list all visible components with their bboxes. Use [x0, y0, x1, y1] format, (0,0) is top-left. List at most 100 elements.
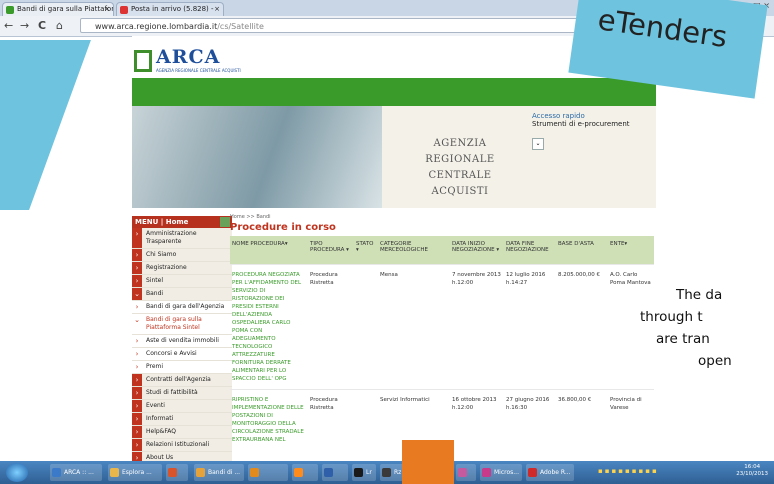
- agency-line-1: AGENZIA REGIONALE: [425, 138, 495, 165]
- menu-item[interactable]: ⌄ Bandi: [132, 288, 232, 301]
- tab-close-icon[interactable]: ×: [214, 3, 220, 16]
- system-tray-icons[interactable]: ▪▪▪▪▪▪▪▪▪: [598, 467, 659, 475]
- cell-base: 8.205.000,00 €: [556, 264, 608, 390]
- app-icon: [52, 468, 61, 477]
- clock[interactable]: 16:04 23/10/2013: [736, 464, 768, 478]
- app-icon: [458, 468, 467, 477]
- chevron-right-icon: ›: [132, 275, 142, 287]
- rss-icon[interactable]: [220, 217, 230, 227]
- back-icon[interactable]: ←: [4, 19, 13, 33]
- logo[interactable]: ARCA: [156, 46, 220, 68]
- reload-icon[interactable]: C: [38, 19, 46, 33]
- menu-item[interactable]: › Bandi di gara dell'Agenzia: [132, 301, 232, 314]
- breadcrumb[interactable]: Home >> Bandi: [230, 214, 656, 220]
- tab-mail[interactable]: Posta in arrivo (5.828) - ×: [116, 2, 224, 16]
- side-text-line: are tran: [656, 331, 710, 347]
- cell-ente: Provincia di Varese: [608, 389, 654, 450]
- agency-name: AGENZIA REGIONALE CENTRALE ACQUISTI: [402, 136, 518, 200]
- column-header[interactable]: TIPO PROCEDURA ▾: [308, 236, 354, 265]
- orange-block: [402, 440, 454, 484]
- taskbar-item[interactable]: [248, 464, 288, 481]
- side-menu: MENU | Home › Amministrazione Trasparente…: [132, 216, 232, 461]
- start-button[interactable]: [6, 463, 28, 482]
- taskbar-item-label: Rz: [394, 469, 402, 476]
- taskbar-item[interactable]: ARCA :: ...: [50, 464, 102, 481]
- taskbar-item[interactable]: [456, 464, 476, 481]
- cell-fine: 27 giugno 2016 h.16:30: [504, 389, 556, 450]
- side-text-line: The da: [676, 287, 723, 303]
- menu-item[interactable]: › Concorsi e Avvisi: [132, 348, 232, 361]
- chevron-right-icon: ›: [132, 374, 142, 386]
- menu-item[interactable]: › Amministrazione Trasparente: [132, 228, 232, 249]
- menu-item-label: Bandi: [146, 290, 164, 297]
- menu-item[interactable]: ⌄ Bandi di gara sulla Piattaforma Sintel: [132, 314, 232, 335]
- taskbar-item[interactable]: Bandi di ...: [194, 464, 244, 481]
- quick-access-dropdown[interactable]: ⌄: [532, 138, 544, 150]
- app-icon: [382, 468, 391, 477]
- taskbar-item[interactable]: [166, 464, 188, 481]
- cell-name[interactable]: RIPRISTINO E IMPLEMENTAZIONE DELLE POSTA…: [230, 389, 308, 450]
- menu-item-label: Contratti dell'Agenzia: [146, 376, 211, 383]
- taskbar-item[interactable]: [292, 464, 318, 481]
- taskbar-item[interactable]: [322, 464, 348, 481]
- taskbar-item[interactable]: Esplora ...: [108, 464, 162, 481]
- tab-arca[interactable]: Bandi di gara sulla Piattafor ×: [2, 2, 114, 16]
- menu-item[interactable]: › Registrazione: [132, 262, 232, 275]
- taskbar-item-label: Bandi di ...: [208, 469, 241, 476]
- menu-item[interactable]: › About Us: [132, 452, 232, 461]
- menu-item[interactable]: › Eventi: [132, 400, 232, 413]
- menu-item-label: Relazioni Istituzionali: [146, 441, 210, 448]
- column-header[interactable]: STATO ▾: [354, 236, 378, 265]
- column-header[interactable]: DATA FINE NEGOZIAZIONE: [504, 236, 556, 265]
- taskbar-item[interactable]: Micros...: [480, 464, 522, 481]
- menu-item-label: Sintel: [146, 277, 163, 284]
- menu-item[interactable]: › Relazioni Istituzionali: [132, 439, 232, 452]
- menu-item-label: Chi Siamo: [146, 251, 177, 258]
- menu-item[interactable]: › Studi di fattibilità: [132, 387, 232, 400]
- chevron-right-icon: ›: [132, 439, 142, 451]
- menu-item[interactable]: › Sintel: [132, 275, 232, 288]
- cell-inizio: 16 ottobre 2013 h.12:00: [450, 389, 504, 450]
- chevron-right-icon: ›: [132, 228, 142, 248]
- taskbar-item[interactable]: Rz: [380, 464, 404, 481]
- chevron-right-icon: ›: [135, 337, 139, 345]
- tab-close-icon[interactable]: ×: [104, 3, 110, 16]
- menu-item-label: Premi: [146, 363, 164, 370]
- column-header[interactable]: BASE D'ASTA: [556, 236, 608, 265]
- cell-tipo: Procedura Ristretta: [308, 264, 354, 390]
- column-header[interactable]: CATEGORIE MERCEOLOGICHE: [378, 236, 450, 265]
- tab-label: Posta in arrivo (5.828) -: [131, 5, 214, 13]
- forward-icon[interactable]: →: [20, 19, 29, 33]
- chevron-down-icon: ⌄: [132, 288, 142, 300]
- url-path: /cs/Satellite: [217, 22, 264, 31]
- logo-subtitle: AGENZIA REGIONALE CENTRALE ACQUISTI: [156, 68, 241, 73]
- quick-access: Accesso rapido Strumenti di e-procuremen…: [532, 112, 652, 150]
- cell-stato: [354, 264, 378, 390]
- column-header[interactable]: ENTE▾: [608, 236, 654, 265]
- app-icon: [196, 468, 205, 477]
- app-icon: [324, 468, 333, 477]
- clock-time: 16:04: [744, 464, 761, 470]
- menu-item[interactable]: › Chi Siamo: [132, 249, 232, 262]
- menu-item[interactable]: › Informati: [132, 413, 232, 426]
- home-icon[interactable]: ⌂: [56, 19, 63, 33]
- cell-fine: 12 luglio 2016 h.14:27: [504, 264, 556, 390]
- cell-stato: [354, 389, 378, 450]
- taskbar-item[interactable]: Lr: [352, 464, 376, 481]
- menu-item-label: Bandi di gara sulla Piattaforma Sintel: [146, 316, 202, 331]
- taskbar-item[interactable]: Adobe R...: [526, 464, 574, 481]
- green-band: [132, 78, 656, 106]
- menu-item-label: Registrazione: [146, 264, 187, 271]
- menu-item[interactable]: › Contratti dell'Agenzia: [132, 374, 232, 387]
- menu-header[interactable]: MENU | Home: [132, 216, 232, 228]
- column-header[interactable]: DATA INIZIO NEGOZIAZIONE ▾: [450, 236, 504, 265]
- gmail-icon: [120, 6, 128, 14]
- menu-item[interactable]: › Help&FAQ: [132, 426, 232, 439]
- column-header[interactable]: NOME PROCEDURA▾: [230, 236, 308, 265]
- chevron-right-icon: ›: [132, 387, 142, 399]
- cell-name[interactable]: PROCEDURA NEGOZIATA PER L'AFFIDAMENTO DE…: [230, 264, 308, 390]
- menu-item[interactable]: › Aste di vendita immobili: [132, 335, 232, 348]
- app-icon: [250, 468, 259, 477]
- clock-date: 23/10/2013: [736, 471, 768, 477]
- menu-item[interactable]: › Premi: [132, 361, 232, 374]
